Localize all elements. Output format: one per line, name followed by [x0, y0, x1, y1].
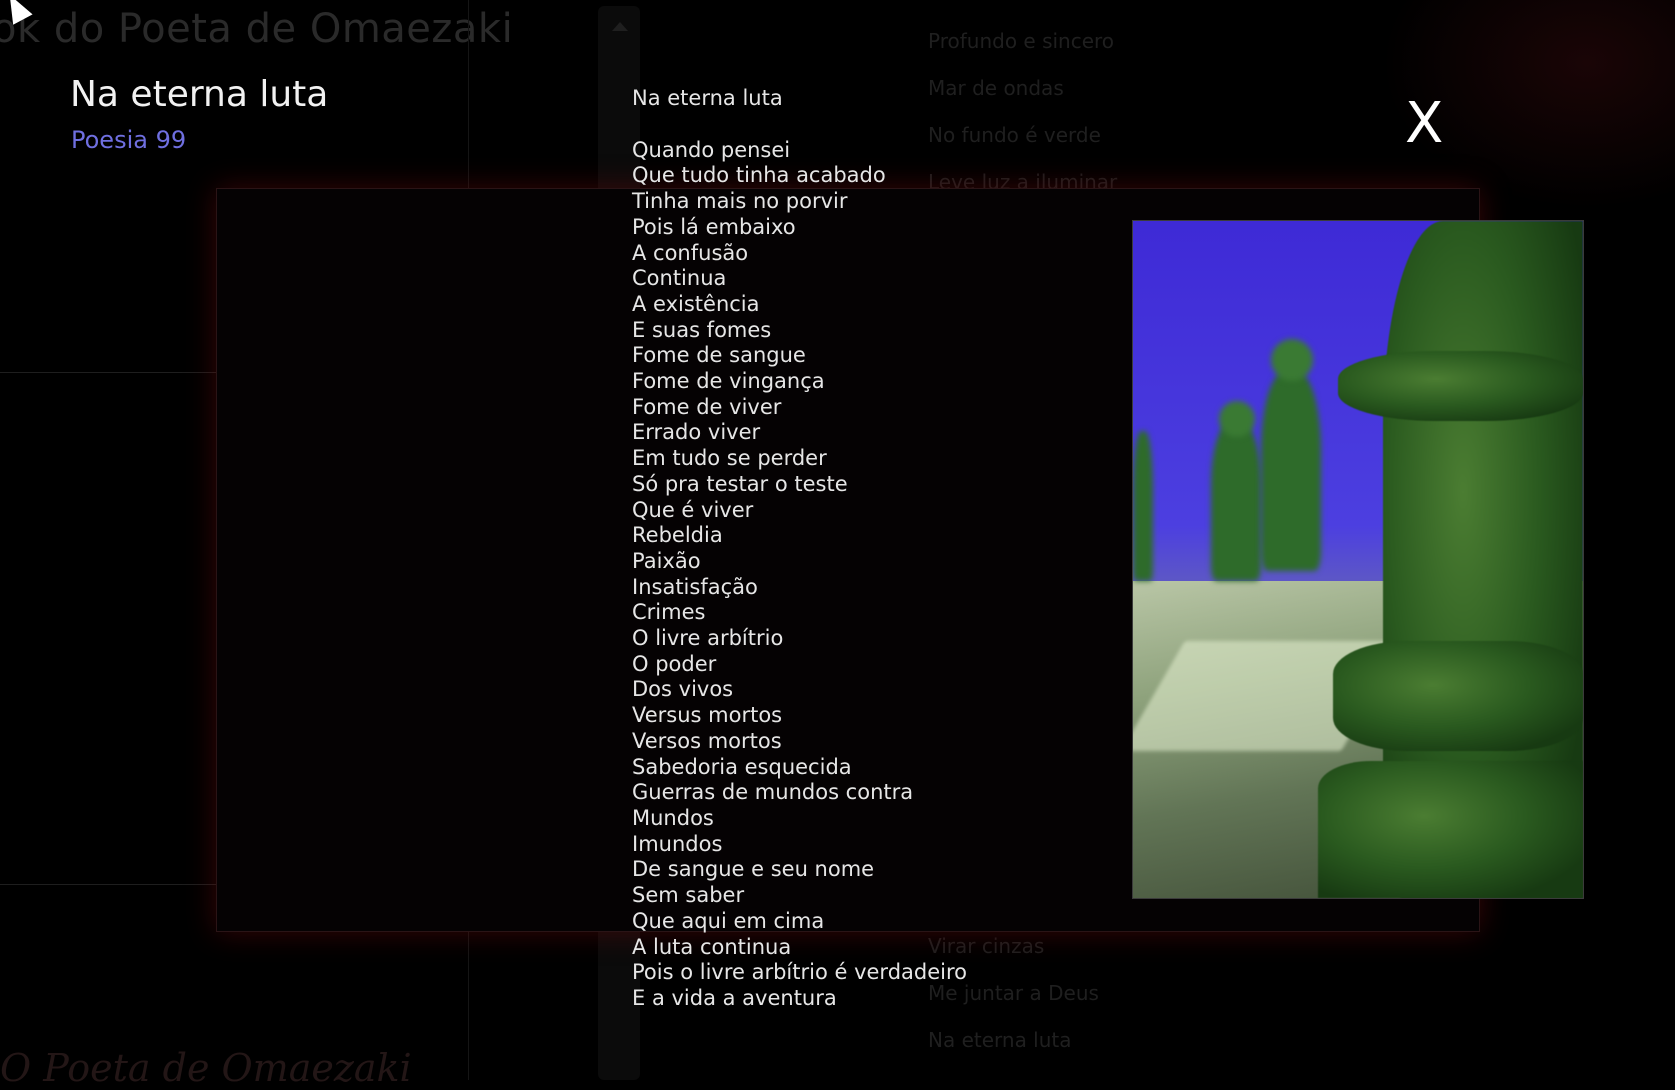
poem-lines: Quando pensei Que tudo tinha acabado Tinha… — [632, 138, 967, 1012]
poem-line: Versus mortos — [632, 703, 783, 728]
poem-title: Na eterna luta — [70, 74, 329, 115]
divider — [0, 372, 216, 373]
poem-line: A luta continua — [632, 934, 792, 959]
poem-line: Imundos — [632, 831, 723, 856]
scroll-up-icon[interactable] — [612, 22, 628, 31]
poem-line: A existência — [632, 291, 760, 316]
poem-line: Que aqui em cima — [632, 908, 825, 933]
close-button[interactable]: X — [1405, 96, 1443, 152]
poem-line: Mundos — [632, 805, 714, 830]
poem-subtitle: Poesia 99 — [71, 126, 187, 154]
poem-line: Sem saber — [632, 883, 745, 908]
poem-line: Errado viver — [632, 420, 761, 445]
poem-line: A confusão — [632, 240, 749, 265]
poem-line: Quando pensei — [632, 137, 791, 162]
poem-line: Sabedoria esquecida — [632, 754, 852, 779]
poem-line: Que tudo tinha acabado — [632, 163, 886, 188]
poem-line: Pois o livre arbítrio é verdadeiro — [632, 960, 968, 985]
poem-line: Insatisfação — [632, 574, 758, 599]
pawn-piece — [1261, 371, 1321, 571]
poem-line: Tinha mais no porvir — [632, 189, 848, 214]
poem-line: De sangue e seu nome — [632, 857, 875, 882]
poem-line: Fome de sangue — [632, 343, 806, 368]
divider — [0, 884, 216, 885]
poem-line: O livre arbítrio — [632, 626, 784, 651]
background-menu-item[interactable]: Profundo e sincero — [928, 18, 1117, 65]
poem-heading: Na eterna luta — [632, 86, 783, 110]
poem-line: Paixão — [632, 548, 701, 573]
poem-line: Fome de viver — [632, 394, 782, 419]
poem-line: Rebeldia — [632, 523, 723, 548]
pawn-piece — [1211, 421, 1261, 581]
site-title: ok do Poeta de Omaezaki — [0, 6, 514, 52]
poem-line: E suas fomes — [632, 317, 772, 342]
poem-line: Versos mortos — [632, 728, 782, 753]
poem-text: Na eterna luta Quando pensei Que tudo tin… — [632, 86, 967, 1012]
footer-title: O Poeta de Omaezaki — [0, 1046, 412, 1090]
poem-line: Crimes — [632, 600, 706, 625]
poem-line: Em tudo se perder — [632, 446, 827, 471]
poem-line: O poder — [632, 651, 717, 676]
background-menu-item[interactable]: Na eterna luta — [928, 1017, 1099, 1064]
pawn-piece — [1133, 431, 1153, 581]
poem-line: Só pra testar o teste — [632, 471, 848, 496]
poem-line: Pois lá embaixo — [632, 214, 796, 239]
poem-line: Dos vivos — [632, 677, 734, 702]
poem-line: Fome de vingança — [632, 369, 825, 394]
poem-line: E a vida a aventura — [632, 985, 837, 1010]
poem-line: Continua — [632, 266, 727, 291]
poem-line: Guerras de mundos contra — [632, 780, 914, 805]
chess-pieces-photo — [1132, 220, 1584, 899]
poem-line: Que é viver — [632, 497, 754, 522]
